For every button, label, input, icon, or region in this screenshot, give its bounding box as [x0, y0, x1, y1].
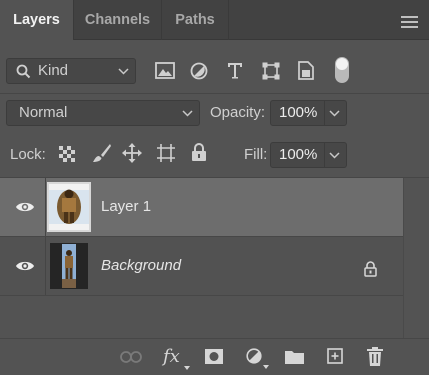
- layer-thumbnail-image: [50, 243, 88, 289]
- search-icon: [16, 64, 31, 79]
- divider: [0, 93, 429, 94]
- link-layers-icon[interactable]: [120, 351, 142, 363]
- fill-field[interactable]: 100%: [270, 142, 347, 168]
- field-divider: [324, 143, 325, 167]
- layer-row-layer-1[interactable]: Layer 1: [0, 178, 403, 236]
- pixel-filter-icon[interactable]: [155, 62, 175, 80]
- visibility-eye-icon[interactable]: [15, 259, 35, 273]
- chevron-down-icon[interactable]: [329, 110, 340, 117]
- layer-thumbnail-image: [49, 184, 89, 230]
- blend-mode-dropdown[interactable]: Normal: [6, 100, 200, 126]
- layers-bottom-toolbar: fx: [0, 338, 429, 375]
- chevron-down-icon[interactable]: [329, 152, 340, 159]
- row-divider: [45, 178, 46, 236]
- filter-toggle-switch[interactable]: [334, 56, 350, 84]
- layer-lock-icon[interactable]: [363, 261, 378, 277]
- lock-image-pixels-icon[interactable]: [92, 143, 112, 163]
- adjustment-dropdown-indicator: [263, 365, 269, 369]
- add-mask-icon[interactable]: [205, 349, 223, 364]
- lock-label: Lock:: [10, 146, 46, 163]
- new-layer-icon[interactable]: [327, 348, 343, 364]
- smart-object-filter-icon[interactable]: [298, 61, 314, 80]
- row-divider: [45, 237, 46, 295]
- lock-artboard-icon[interactable]: [156, 143, 176, 163]
- chevron-down-icon: [118, 68, 129, 75]
- layer-thumbnail[interactable]: [47, 182, 91, 232]
- lock-position-icon[interactable]: [122, 143, 142, 163]
- blend-mode-value: Normal: [19, 104, 68, 121]
- tab-paths[interactable]: Paths: [162, 0, 228, 40]
- visibility-eye-icon[interactable]: [15, 200, 35, 214]
- field-divider: [324, 101, 325, 125]
- fx-dropdown-indicator: [184, 366, 190, 370]
- row-divider: [0, 295, 403, 296]
- type-filter-icon[interactable]: [227, 62, 243, 79]
- opacity-label: Opacity:: [210, 104, 266, 121]
- tab-layers[interactable]: Layers: [0, 0, 73, 41]
- opacity-field[interactable]: 100%: [270, 100, 347, 126]
- layer-thumbnail[interactable]: [50, 243, 88, 289]
- fill-label: Fill:: [244, 146, 268, 163]
- adjustment-layer-icon[interactable]: [246, 348, 262, 364]
- opacity-value: 100%: [279, 104, 318, 121]
- lock-transparent-pixels-icon[interactable]: [59, 146, 75, 162]
- panel-tab-bar: Layers Channels Paths: [0, 0, 429, 41]
- panel-menu-icon[interactable]: [401, 16, 418, 28]
- layer-row-background[interactable]: Background: [0, 237, 403, 295]
- tab-channels[interactable]: Channels: [74, 0, 161, 40]
- filter-kind-dropdown[interactable]: Kind: [6, 58, 136, 84]
- layers-scrollbar[interactable]: [403, 178, 429, 338]
- chevron-down-icon: [182, 110, 193, 117]
- delete-layer-icon[interactable]: [367, 347, 383, 366]
- adjustment-filter-icon[interactable]: [190, 62, 208, 80]
- fx-icon[interactable]: fx: [163, 346, 180, 367]
- layer-name[interactable]: Background: [101, 257, 181, 274]
- layer-name[interactable]: Layer 1: [101, 198, 151, 215]
- fill-value: 100%: [279, 146, 318, 163]
- new-group-icon[interactable]: [285, 349, 304, 364]
- lock-all-icon[interactable]: [191, 143, 207, 162]
- filter-kind-label: Kind: [38, 62, 69, 79]
- shape-filter-icon[interactable]: [262, 62, 280, 80]
- tab-divider: [228, 0, 229, 40]
